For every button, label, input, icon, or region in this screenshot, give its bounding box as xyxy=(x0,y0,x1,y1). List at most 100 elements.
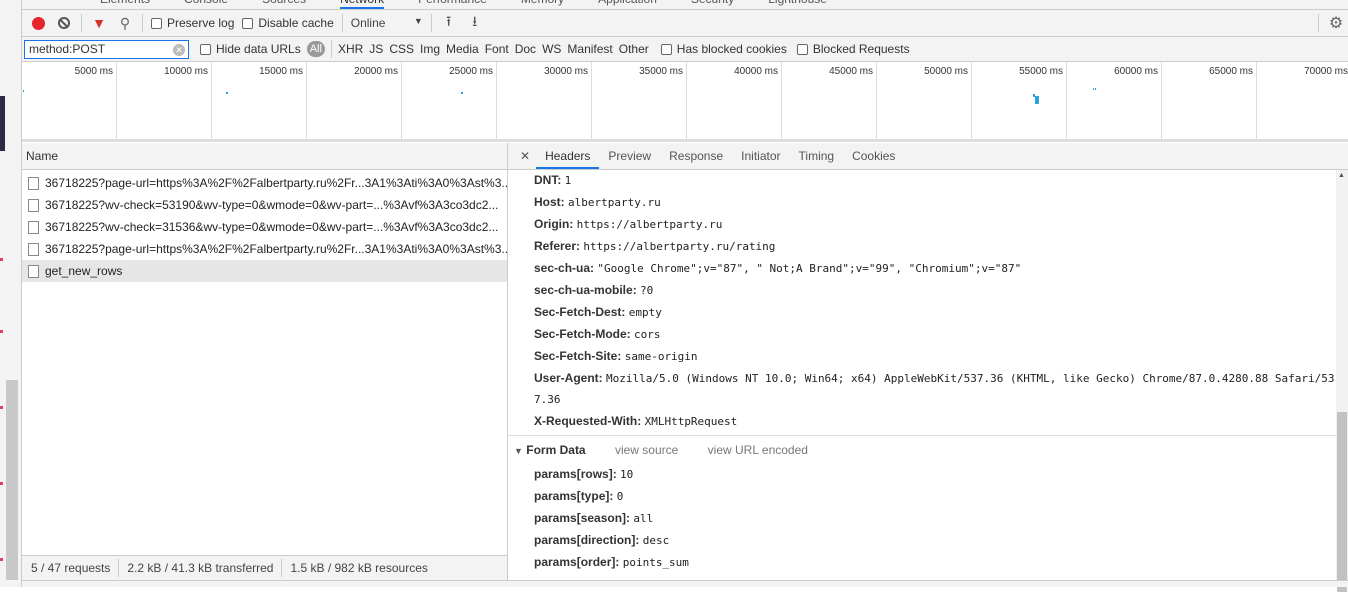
request-header-row: DNT: 1 xyxy=(534,173,571,187)
import-har-icon[interactable]: ⭱ xyxy=(440,13,458,32)
document-icon xyxy=(28,176,39,190)
form-param-row: params[order]: points_sum xyxy=(534,555,689,569)
timeline-request-mark xyxy=(23,90,24,92)
type-filter-doc[interactable]: Doc xyxy=(515,42,536,56)
hide-data-urls-checkbox[interactable]: Hide data URLs xyxy=(200,42,301,56)
tab-network[interactable]: Network xyxy=(340,0,385,9)
request-row[interactable]: 36718225?wv-check=31536&wv-type=0&wmode=… xyxy=(22,216,507,238)
tab-response[interactable]: Response xyxy=(660,143,732,169)
tab-cookies[interactable]: Cookies xyxy=(843,143,904,169)
view-url-encoded-link[interactable]: view URL encoded xyxy=(708,443,808,457)
request-header-row: sec-ch-ua: "Google Chrome";v="87", " Not… xyxy=(534,261,1021,275)
filter-icon[interactable]: ▼ xyxy=(90,14,108,32)
form-data-section-header[interactable]: ▼ Form Data view source view URL encoded xyxy=(514,443,808,457)
view-source-link[interactable]: view source xyxy=(615,443,678,457)
tab-sources[interactable]: Sources xyxy=(262,0,306,9)
type-filter-js[interactable]: JS xyxy=(369,42,383,56)
param-value: points_sum xyxy=(622,556,689,569)
param-name: params[season]: xyxy=(534,511,631,525)
clear-icon[interactable] xyxy=(55,14,73,32)
blocked-requests-checkbox[interactable]: Blocked Requests xyxy=(796,42,910,56)
timeline-tick: 20000 ms xyxy=(307,62,402,139)
request-row[interactable]: 36718225?page-url=https%3A%2F%2Falbertpa… xyxy=(22,172,507,194)
tab-elements[interactable]: Elements xyxy=(100,0,150,9)
close-detail-icon[interactable]: ✕ xyxy=(514,143,536,169)
timeline-tick: 5000 ms xyxy=(22,62,117,139)
network-toolbar: ▼ ⚲ Preserve log Disable cache Online ▼ ⭱… xyxy=(22,10,1348,37)
request-header-row: sec-ch-ua-mobile: ?0 xyxy=(534,283,653,297)
hide-data-urls-label: Hide data URLs xyxy=(216,42,301,56)
filter-bar: method:POST ✕ Hide data URLs All XHR JS C… xyxy=(22,37,1348,62)
background-page-strip xyxy=(0,0,22,587)
type-filter-media[interactable]: Media xyxy=(446,42,479,56)
overview-timeline[interactable]: 5000 ms 10000 ms 15000 ms 20000 ms 25000 ms 3… xyxy=(22,62,1348,142)
search-icon[interactable]: ⚲ xyxy=(116,14,134,32)
tab-security[interactable]: Security xyxy=(691,0,734,9)
header-value: https://albertparty.ru xyxy=(576,218,723,231)
header-value: empty xyxy=(628,306,662,319)
preserve-log-label: Preserve log xyxy=(167,16,235,30)
tab-memory[interactable]: Memory xyxy=(521,0,564,9)
timeline-tick: 10000 ms xyxy=(117,62,212,139)
tab-timing[interactable]: Timing xyxy=(790,143,844,169)
record-icon[interactable] xyxy=(29,14,47,32)
clear-filter-icon[interactable]: ✕ xyxy=(173,43,185,56)
type-filter-xhr[interactable]: XHR xyxy=(338,42,363,56)
detail-scrollbar[interactable]: ▲ xyxy=(1336,170,1348,592)
type-filter-font[interactable]: Font xyxy=(485,42,509,56)
request-header-row-wrap: 7.36 xyxy=(534,392,561,406)
filter-input[interactable]: method:POST ✕ xyxy=(24,39,189,59)
has-blocked-cookies-checkbox[interactable]: Has blocked cookies xyxy=(660,42,787,56)
header-value: Mozilla/5.0 (Windows NT 10.0; Win64; x64… xyxy=(606,372,1335,385)
param-value: all xyxy=(633,512,654,525)
tab-preview[interactable]: Preview xyxy=(599,143,660,169)
header-value: 1 xyxy=(564,174,572,187)
tab-lighthouse[interactable]: Lighthouse xyxy=(768,0,827,9)
tab-performance[interactable]: Performance xyxy=(418,0,487,9)
request-header-row: Referer: https://albertparty.ru/rating xyxy=(534,239,775,253)
param-name: params[type]: xyxy=(534,489,614,503)
tab-headers[interactable]: Headers xyxy=(536,143,600,169)
request-header-row: X-Requested-With: XMLHttpRequest xyxy=(534,414,737,428)
type-filter-css[interactable]: CSS xyxy=(389,42,414,56)
header-name: X-Requested-With: xyxy=(534,414,642,428)
timeline-tick: 60000 ms xyxy=(1067,62,1162,139)
form-param-row: params[type]: 0 xyxy=(534,489,623,503)
request-name: 36718225?wv-check=53190&wv-type=0&wmode=… xyxy=(45,198,499,212)
form-param-row: params[season]: all xyxy=(534,511,653,525)
request-row[interactable]: 36718225?page-url=https%3A%2F%2Falbertpa… xyxy=(22,238,507,260)
tab-console[interactable]: Console xyxy=(184,0,228,9)
tab-initiator[interactable]: Initiator xyxy=(732,143,789,169)
request-row[interactable]: get_new_rows xyxy=(22,260,507,282)
document-icon xyxy=(28,220,39,234)
page-scrollbar[interactable] xyxy=(6,380,18,580)
filter-value: method:POST xyxy=(29,42,106,56)
settings-gear-icon[interactable]: ⚙ xyxy=(1327,14,1345,32)
document-icon xyxy=(28,242,39,256)
tab-application[interactable]: Application xyxy=(598,0,657,9)
header-value: albertparty.ru xyxy=(568,196,661,209)
request-name: get_new_rows xyxy=(45,264,123,278)
type-filter-all[interactable]: All xyxy=(306,41,325,57)
request-row[interactable]: 36718225?wv-check=53190&wv-type=0&wmode=… xyxy=(22,194,507,216)
request-name: 36718225?page-url=https%3A%2F%2Falbertpa… xyxy=(45,242,507,256)
status-bar: 5 / 47 requests 2.2 kB / 41.3 kB transfe… xyxy=(22,555,508,580)
throttle-value: Online xyxy=(350,16,386,30)
preserve-log-checkbox[interactable]: Preserve log xyxy=(151,16,234,30)
transferred-size: 2.2 kB / 41.3 kB transferred xyxy=(127,561,274,575)
header-name: Sec-Fetch-Mode: xyxy=(534,327,631,341)
throttle-select[interactable]: Online ▼ xyxy=(351,16,423,30)
type-filter-other[interactable]: Other xyxy=(619,42,649,56)
header-value: XMLHttpRequest xyxy=(644,415,738,428)
export-har-icon[interactable]: ⭳ xyxy=(466,13,484,32)
type-filter-img[interactable]: Img xyxy=(420,42,440,56)
type-filter-manifest[interactable]: Manifest xyxy=(567,42,612,56)
header-name: Sec-Fetch-Site: xyxy=(534,349,622,363)
timeline-request-mark xyxy=(1035,96,1039,104)
header-name: Host: xyxy=(534,195,565,209)
type-filter-ws[interactable]: WS xyxy=(542,42,561,56)
scroll-up-icon[interactable]: ▲ xyxy=(1338,172,1345,179)
collapse-triangle-icon: ▼ xyxy=(514,446,523,456)
name-column-header[interactable]: Name xyxy=(22,143,507,170)
disable-cache-checkbox[interactable]: Disable cache xyxy=(242,16,334,30)
